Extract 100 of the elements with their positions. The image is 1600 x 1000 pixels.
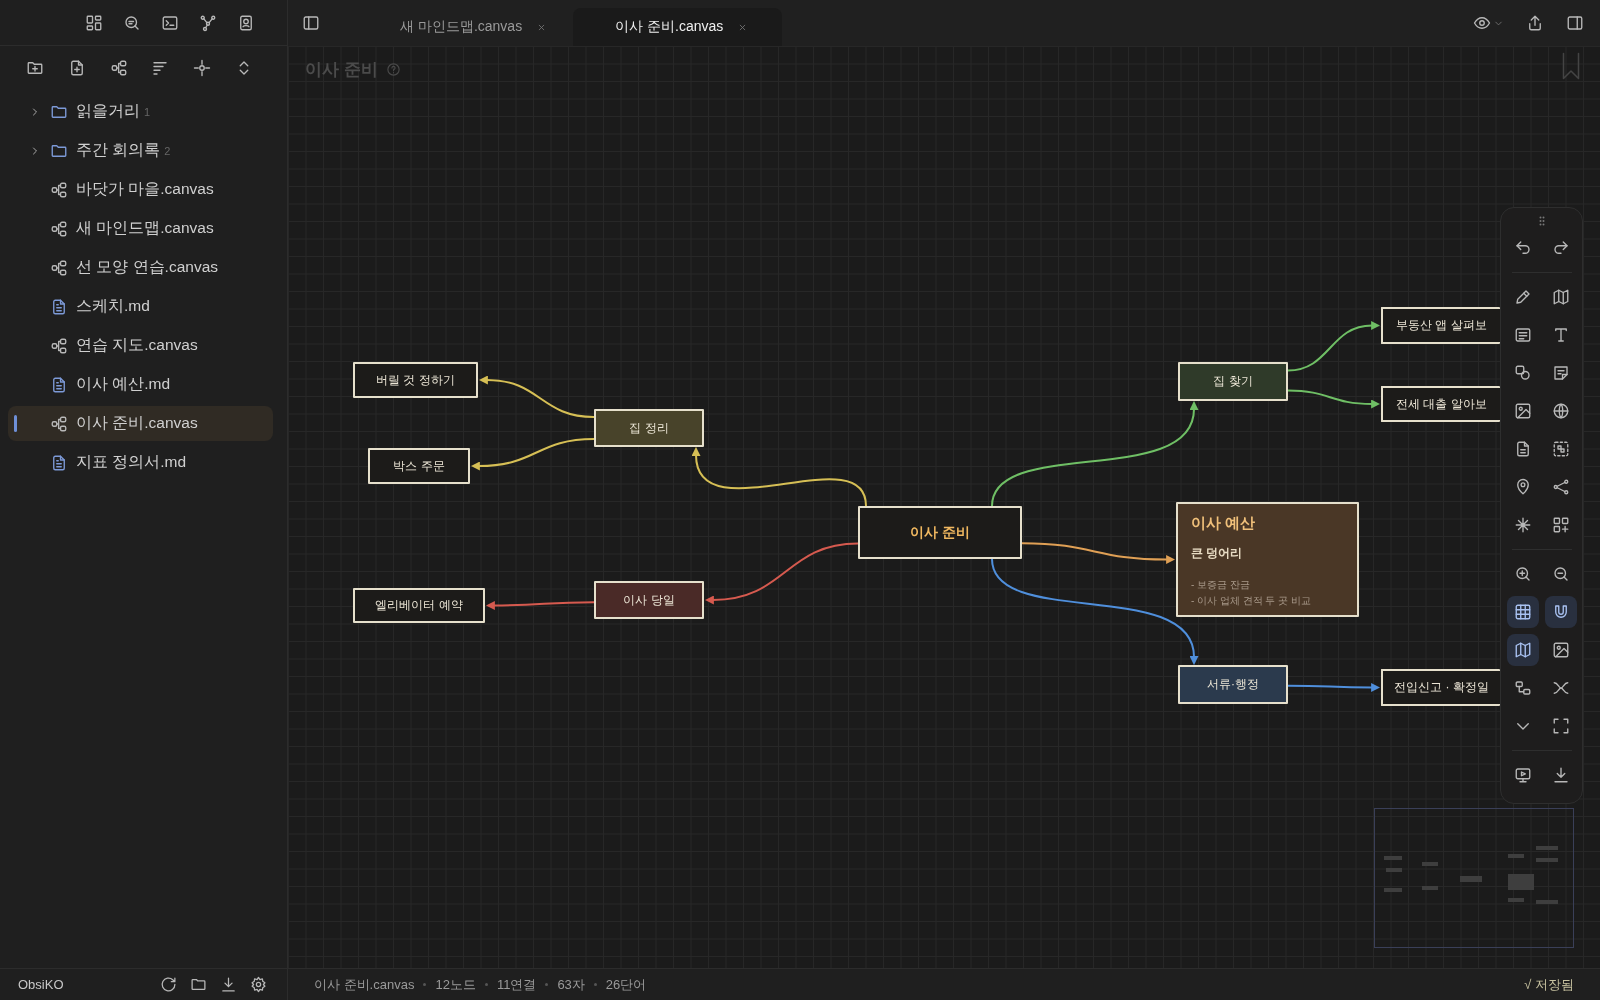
sort-icon <box>151 59 170 77</box>
canvas-icon <box>50 219 68 238</box>
graph-icon <box>199 13 217 32</box>
image-icon <box>1551 641 1570 659</box>
connect-icon <box>1551 478 1570 496</box>
item-name: 스케치.md <box>76 296 150 316</box>
note-card[interactable]: 이사 예산 큰 덩어리 - 보증금 잔금 - 이사 업체 견적 두 곳 비교 <box>1176 502 1359 617</box>
eye-icon <box>1472 14 1491 32</box>
help-icon <box>385 62 401 77</box>
item-name: 이사 예산.md <box>76 374 171 394</box>
canvas-node[interactable]: 이사 준비 <box>858 506 1022 559</box>
tab[interactable]: 이사 준비.canvas <box>573 8 783 46</box>
canvas-icon <box>50 414 68 433</box>
canvas-node[interactable]: 엘리베이터 예약 <box>353 588 485 623</box>
file-item[interactable]: 지표 정의서.md <box>8 445 273 480</box>
item-name: 주간 회의록 <box>76 140 161 160</box>
folder-icon <box>189 976 207 993</box>
file-item[interactable]: 새 마인드맵.canvas <box>8 211 273 246</box>
item-count: 1 <box>144 105 151 118</box>
download-icon <box>219 976 237 993</box>
canvas-node[interactable]: 집 찾기 <box>1178 362 1288 401</box>
map-icon <box>1551 288 1570 306</box>
map-toggle[interactable] <box>1506 634 1539 666</box>
item-name: 바닷가 마을.canvas <box>76 179 214 199</box>
item-name: 읽을거리 <box>76 101 140 121</box>
selection-icon <box>1551 440 1570 458</box>
sidebar-icon <box>1566 14 1584 32</box>
canvas-icon <box>109 59 128 77</box>
status-item: 이사 준비.canvas <box>314 975 415 994</box>
folder-item[interactable]: 읽을거리 1 <box>8 94 273 129</box>
image-icon <box>1513 402 1532 420</box>
search-icon <box>123 13 141 32</box>
tab-label: 새 마인드맵.canvas <box>400 18 523 36</box>
crosshair-icon <box>193 59 212 77</box>
document-icon <box>50 453 68 472</box>
layout-icon <box>1513 679 1532 697</box>
folder-item[interactable]: 주간 회의록 2 <box>8 133 273 168</box>
sidebar-icon <box>302 14 320 32</box>
document-icon <box>50 297 68 316</box>
refresh-icon <box>159 976 177 993</box>
contact-card-icon <box>237 13 255 32</box>
canvas-icon <box>50 258 68 277</box>
file-item[interactable]: 이사 준비.canvas <box>8 406 273 441</box>
collapse-icon <box>1551 679 1570 697</box>
undo-icon <box>1513 239 1532 257</box>
card-line: - 보증금 잔금 <box>1191 578 1251 592</box>
canvas-node[interactable]: 전입신고 · 확정일 <box>1381 669 1500 706</box>
status-item: 11연결 <box>496 975 537 994</box>
item-name: 이사 준비.canvas <box>76 413 198 433</box>
card-heading: 큰 덩어리 <box>1191 545 1243 562</box>
status-item: 12노드 <box>435 975 476 994</box>
zoom-in-icon <box>1513 565 1532 583</box>
card-line: - 이사 업체 견적 두 곳 비교 <box>1191 594 1311 608</box>
grid-toggle[interactable] <box>1506 596 1539 628</box>
fullscreen-icon <box>1551 717 1570 735</box>
pencil-icon <box>1513 288 1532 306</box>
grid-icon <box>1513 603 1532 621</box>
item-name: 연습 지도.canvas <box>76 335 198 355</box>
canvas-node[interactable]: 전세 대출 알아보 <box>1381 386 1500 422</box>
dashboard-icon <box>85 13 103 32</box>
redo-icon <box>1551 239 1570 257</box>
file-item[interactable]: 바닷가 마을.canvas <box>8 172 273 207</box>
share-icon <box>1526 14 1544 32</box>
canvas-node[interactable]: 집 정리 <box>594 409 704 447</box>
new-folder-icon <box>26 59 44 77</box>
shapes-icon <box>1513 364 1532 382</box>
file-item[interactable]: 선 모양 연습.canvas <box>8 250 273 285</box>
save-status: √ 저장됨 <box>1524 975 1574 994</box>
widgets-icon <box>1551 516 1570 534</box>
settings-icon <box>249 976 267 993</box>
canvas-node[interactable]: 부동산 앱 살펴보 <box>1381 307 1500 344</box>
file-item[interactable]: 연습 지도.canvas <box>8 328 273 363</box>
zoom-out-icon <box>1551 565 1570 583</box>
file-item[interactable]: 스케치.md <box>8 289 273 324</box>
item-name: 새 마인드맵.canvas <box>76 218 214 238</box>
card-title: 이사 예산 <box>1191 514 1256 533</box>
sticky-note-icon <box>1551 364 1570 382</box>
tab[interactable]: 새 마인드맵.canvas <box>358 8 574 46</box>
item-name: 지표 정의서.md <box>76 452 187 472</box>
note-icon <box>1513 326 1532 344</box>
vault-name[interactable]: ObsiKO <box>18 977 64 992</box>
item-name: 선 모양 연습.canvas <box>76 257 219 277</box>
drag-handle-icon[interactable] <box>1538 216 1545 226</box>
status-item: 26단어 <box>605 975 647 994</box>
canvas-icon <box>50 336 68 355</box>
canvas-node[interactable]: 서류·행정 <box>1178 665 1288 704</box>
document-icon <box>50 375 68 394</box>
download-icon <box>1551 766 1570 784</box>
file-item[interactable]: 이사 예산.md <box>8 367 273 402</box>
magnet-toggle[interactable] <box>1544 596 1577 628</box>
present-icon <box>1513 766 1532 784</box>
canvas-node[interactable]: 버릴 것 정하기 <box>353 362 478 398</box>
globe-icon <box>1551 402 1570 420</box>
canvas-node[interactable]: 이사 당일 <box>594 581 704 619</box>
map-icon <box>1513 641 1532 659</box>
tab-label: 이사 준비.canvas <box>615 18 724 36</box>
item-count: 2 <box>164 144 171 157</box>
sparkle-icon <box>1513 516 1532 534</box>
status-item: 63자 <box>557 975 585 994</box>
canvas-node[interactable]: 박스 주문 <box>368 448 470 484</box>
